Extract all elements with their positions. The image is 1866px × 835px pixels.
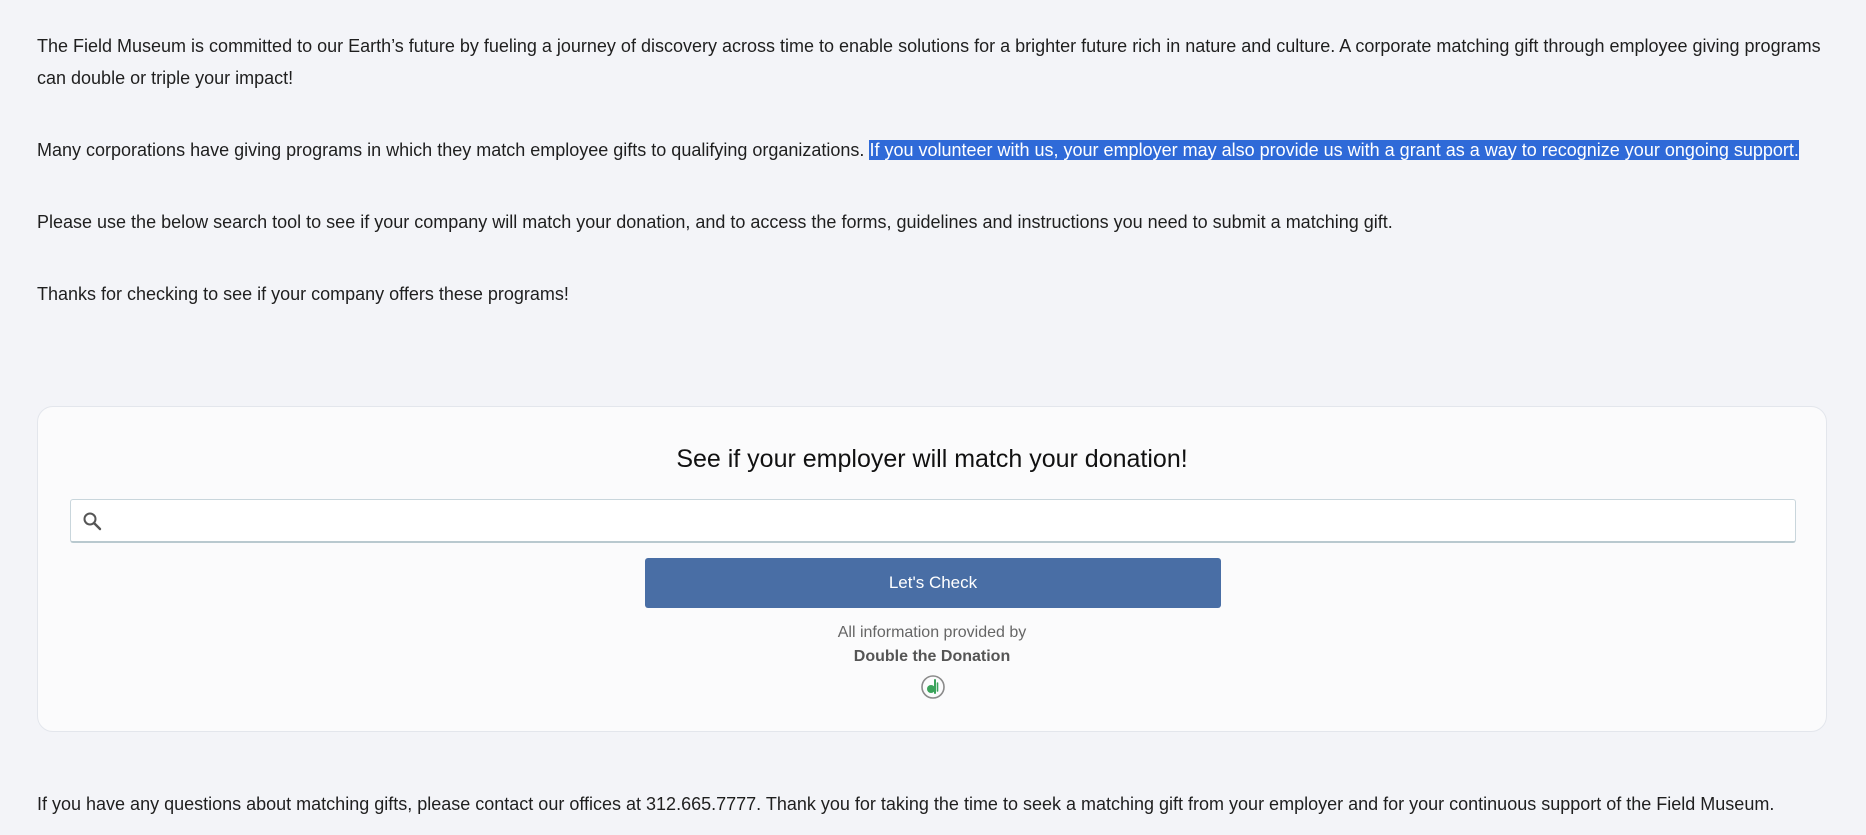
double-the-donation-logo-icon [920,674,946,700]
lets-check-button[interactable]: Let's Check [645,558,1221,608]
search-box[interactable] [70,499,1796,543]
footer-paragraph: If you have any questions about matching… [37,794,1775,814]
intro-content: The Field Museum is committed to our Ear… [37,30,1837,350]
widget-title: See if your employer will match your don… [676,445,1188,473]
intro-paragraph-2-text: Many corporations have giving programs i… [37,140,870,160]
intro-paragraph-3: Please use the below search tool to see … [37,212,1393,232]
credit: All information provided by Double the D… [38,621,1826,669]
credit-line: All information provided by [837,624,1027,641]
search-icon [81,510,103,532]
selected-text: If you volunteer with us, your employer … [869,140,1799,160]
intro-paragraph-2: Many corporations have giving programs i… [37,134,1837,166]
company-search-input[interactable] [103,499,1795,542]
matching-gift-widget: See if your employer will match your don… [37,406,1827,732]
intro-paragraph-1: The Field Museum is committed to our Ear… [37,36,1821,88]
credit-brand: Double the Donation [853,648,1011,665]
lets-check-label: Let's Check [888,573,978,592]
intro-paragraph-4: Thanks for checking to see if your compa… [37,284,569,304]
